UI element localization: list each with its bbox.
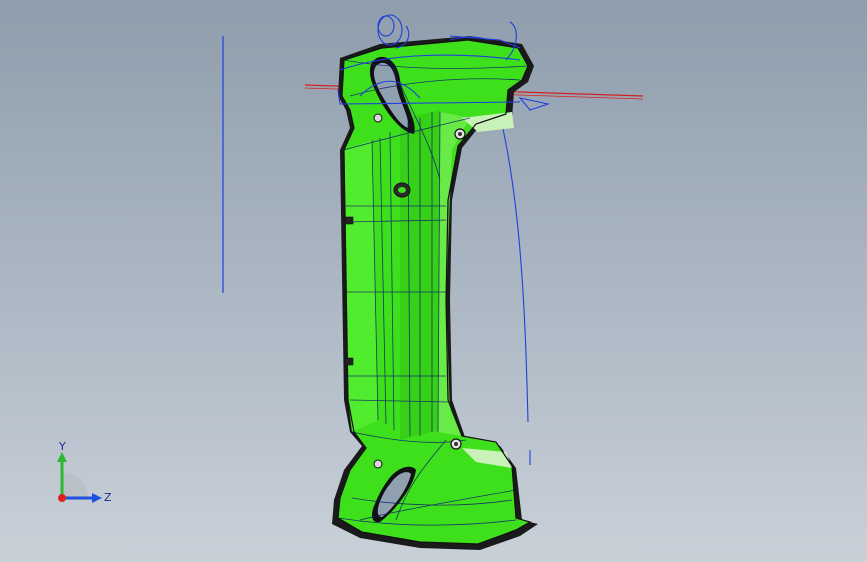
triad-z-arrow xyxy=(92,493,102,503)
clip-slot-lower[interactable] xyxy=(344,357,354,366)
triad-x-origin-icon xyxy=(58,494,66,502)
clip-slot-upper[interactable] xyxy=(344,216,354,225)
triad-y-arrow xyxy=(57,452,67,462)
model-scene[interactable] xyxy=(0,0,867,562)
screw-hole-bottom-inner xyxy=(454,442,458,446)
triad-quadrant xyxy=(62,472,88,498)
screw-hole-left-bottom[interactable] xyxy=(373,459,383,469)
grip-part[interactable] xyxy=(332,36,538,550)
orientation-triad[interactable]: Y Z xyxy=(48,438,120,510)
triad-y-label: Y xyxy=(58,440,66,453)
screw-hole-left-top[interactable] xyxy=(373,113,383,123)
cad-viewport[interactable]: Y Z xyxy=(0,0,867,562)
triad-z-label: Z xyxy=(104,491,112,504)
screw-hole-top-inner xyxy=(458,132,462,136)
center-boss-inner xyxy=(398,187,406,193)
